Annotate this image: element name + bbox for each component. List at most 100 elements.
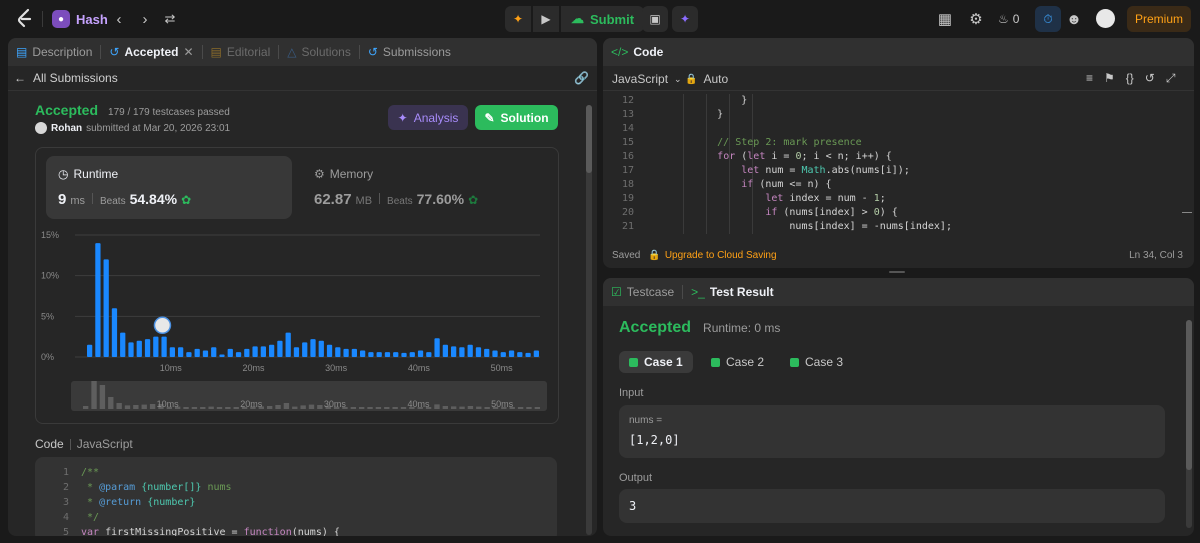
navigator-bar: [191, 407, 198, 409]
language-select[interactable]: JavaScript ⌄: [612, 72, 682, 86]
navigator-bar: [442, 406, 448, 409]
next-problem-icon[interactable]: ›: [137, 9, 153, 29]
navigator-bar: [91, 381, 97, 409]
runtime-bar: [310, 339, 316, 357]
runtime-bar: [153, 336, 159, 357]
streak-counter[interactable]: ♨ 0: [998, 9, 1019, 29]
user-avatar[interactable]: [35, 122, 47, 134]
line-number: 15: [621, 137, 634, 148]
top-bar: ● Hash ‹ › ⇄ ✦ ▶ ☁ Submit ▣ ✦ ▦ ⚙ ♨ 0 ⏱ …: [0, 0, 1200, 37]
close-icon[interactable]: ✕: [183, 45, 193, 59]
line-number: 17: [621, 165, 634, 176]
editor-tab-bar: </> Code: [603, 38, 1194, 66]
tab-test-result[interactable]: >_ Test Result: [683, 278, 781, 306]
navigator-bar: [133, 405, 139, 409]
username[interactable]: Rohan: [51, 123, 82, 134]
navigator-tick-label: 50ms: [491, 399, 514, 409]
all-submissions-link[interactable]: ← All Submissions: [14, 71, 118, 85]
add-friend-icon[interactable]: ☻: [1064, 9, 1084, 29]
tab-testcase[interactable]: ☑ Testcase: [603, 278, 682, 306]
document-icon: ▤: [16, 45, 28, 59]
code-line: 4 */: [35, 511, 555, 525]
ai-sparkle-icon[interactable]: ✦: [672, 6, 698, 32]
navigator-bar: [233, 407, 239, 409]
tab-submissions[interactable]: ↺ Submissions: [360, 38, 459, 66]
code-text: */: [81, 512, 100, 523]
runtime-bar: [285, 332, 291, 357]
debug-icon[interactable]: ✦: [505, 6, 531, 32]
upgrade-link[interactable]: Upgrade to Cloud Saving: [665, 250, 777, 261]
editor-code-area[interactable]: 12 } 13 } 14 15 // Step 2: mark presence 16 …: [603, 94, 1178, 234]
history-icon: ↺: [367, 45, 378, 59]
layout-icon[interactable]: ▦: [936, 9, 954, 29]
navigator-tick-label: 40ms: [408, 399, 431, 409]
reset-icon[interactable]: ↺: [1145, 71, 1155, 86]
run-button[interactable]: ▶: [533, 6, 559, 32]
tab-solutions[interactable]: △ Solutions: [279, 38, 359, 66]
runtime-card[interactable]: ◷ Runtime 9 ms Beats 54.84% ✿: [46, 156, 292, 219]
check-icon: [790, 357, 799, 367]
timer-icon[interactable]: ⏱: [1035, 6, 1061, 32]
navigator-bar: [275, 405, 281, 409]
format-icon[interactable]: ≡: [1086, 71, 1093, 86]
runtime-bar: [401, 352, 407, 357]
bookmark-icon[interactable]: ⚑: [1104, 71, 1115, 86]
avatar[interactable]: [1096, 9, 1115, 28]
runtime-bar: [144, 339, 151, 357]
runtime-bar: [169, 347, 175, 357]
case-1-tab[interactable]: Case 1: [619, 351, 693, 373]
runtime-bar: [409, 352, 415, 357]
analysis-button[interactable]: ✦ Analysis: [388, 105, 468, 130]
notes-icon[interactable]: ▣: [642, 6, 668, 32]
code-line: 5 var firstMissingPositive = function(num…: [35, 526, 555, 536]
navigator-bar: [124, 405, 131, 409]
scrollbar[interactable]: [586, 105, 592, 535]
settings-gear-icon[interactable]: ⚙: [967, 9, 985, 29]
input-box[interactable]: nums = [1,2,0]: [619, 405, 1165, 458]
runtime-bar: [269, 344, 275, 357]
check-icon: [711, 357, 720, 367]
shuffle-icon[interactable]: ⇄: [161, 9, 179, 29]
navigator-bar: [467, 406, 474, 409]
code-text: if (nums[index] > 0) {: [765, 207, 898, 218]
sparkle-icon: ✦: [397, 110, 408, 125]
tab-editorial[interactable]: ▤ Editorial: [203, 38, 279, 66]
premium-button[interactable]: Premium: [1127, 6, 1191, 32]
line-number: 1: [62, 467, 69, 478]
submitted-time: submitted at Mar 20, 2026 23:01: [86, 122, 231, 134]
navigator-bar: [208, 406, 214, 409]
prev-problem-icon[interactable]: ‹: [111, 9, 127, 29]
runtime-bar: [302, 342, 308, 357]
solution-button[interactable]: ✎ Solution: [475, 105, 558, 130]
navigator-bar: [83, 406, 89, 409]
runtime-beats: 54.84%: [129, 191, 178, 207]
code-text: for (let i = 0; i < n; i++) {: [717, 151, 892, 162]
runtime-bar: [384, 352, 391, 357]
runtime-bar: [178, 347, 184, 357]
expand-icon[interactable]: ⤢: [1166, 71, 1176, 86]
tab-description[interactable]: ▤ Description: [8, 38, 100, 66]
tab-accepted[interactable]: ↺ Accepted ✕: [101, 38, 201, 66]
case-2-tab[interactable]: Case 2: [701, 351, 774, 373]
runtime-bar: [500, 352, 506, 357]
tab-code[interactable]: </> Code: [603, 38, 671, 66]
code-line: 17 let num = Math.abs(nums[i]);: [603, 164, 1178, 178]
chevron-down-icon: ⌄: [674, 73, 682, 84]
link-icon[interactable]: 🔗: [574, 71, 589, 85]
auto-mode-toggle[interactable]: 🔒 Auto: [685, 72, 728, 86]
runtime-bar: [467, 344, 473, 357]
result-tab-bar: ☑ Testcase >_ Test Result: [603, 278, 1194, 306]
case-3-tab[interactable]: Case 3: [780, 351, 853, 373]
memory-tab[interactable]: ⚙ Memory: [314, 167, 373, 181]
runtime-bar: [508, 350, 515, 357]
submit-button[interactable]: ☁ Submit: [561, 6, 645, 32]
problem-list-button[interactable]: ● Hash: [52, 9, 108, 29]
braces-icon[interactable]: {}: [1126, 71, 1134, 86]
runtime-distribution-chart[interactable]: 15% 10% 5% 0% 10ms 20ms 30ms 40ms 50ms 10ms 20ms 30…: [35, 223, 555, 413]
resize-handle[interactable]: [889, 271, 905, 273]
x-tick-label: 30ms: [325, 363, 348, 373]
scrollbar[interactable]: [1186, 320, 1192, 528]
code-line: 18 if (num <= n) {: [603, 178, 1178, 192]
runtime-bar: [260, 346, 266, 357]
leetcode-logo-icon[interactable]: [14, 8, 36, 30]
